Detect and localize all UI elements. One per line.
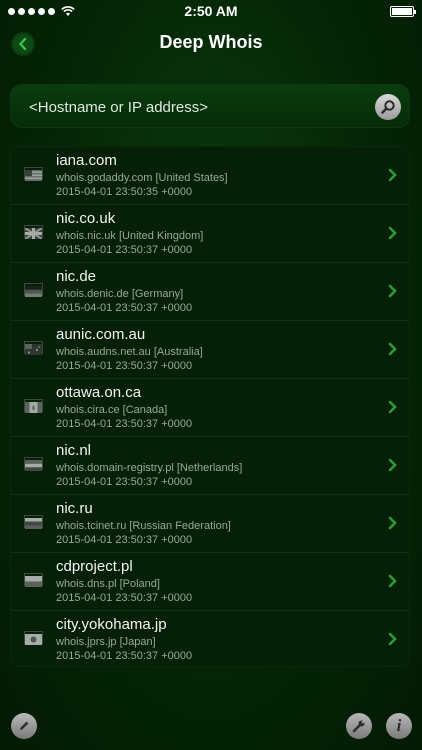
wrench-icon xyxy=(352,720,365,733)
list-item-server: whois.tcinet.ru [Russian Federation] xyxy=(56,520,231,532)
list-item[interactable]: nic.nl whois.domain-registry.pl [Netherla… xyxy=(11,437,409,495)
list-item-host: aunic.com.au xyxy=(56,326,146,343)
nl-flag-icon xyxy=(24,457,43,471)
list-item-server: whois.godaddy.com [United States] xyxy=(56,172,228,184)
us-flag-icon xyxy=(24,167,43,181)
tools-button[interactable] xyxy=(346,713,372,739)
list-item-server: whois.jprs.jp [Japan] xyxy=(56,636,156,648)
list-item-date: 2015-04-01 23:50:37 +0000 xyxy=(56,476,193,488)
list-item-server: whois.nic.uk [United Kingdom] xyxy=(56,230,204,242)
pl-flag-icon xyxy=(24,573,43,587)
uk-flag-icon xyxy=(24,225,43,240)
info-icon: i xyxy=(396,716,402,735)
ru-flag-icon xyxy=(24,515,43,529)
list-item-server: whois.audns.net.au [Australia] xyxy=(56,346,203,358)
list-item[interactable]: ottawa.on.ca whois.cira.ce [Canada] 2015-0… xyxy=(11,379,409,437)
search-icon xyxy=(381,100,395,114)
au-flag-icon xyxy=(24,341,43,355)
chevron-right-icon xyxy=(388,168,397,182)
pencil-icon xyxy=(20,721,29,730)
status-time: 2:50 AM xyxy=(184,3,238,19)
chevron-right-icon xyxy=(388,400,397,414)
search-input[interactable] xyxy=(29,85,369,129)
chevron-right-icon xyxy=(388,342,397,356)
list-item-host: cdproject.pl xyxy=(56,558,133,575)
list-item-host: nic.nl xyxy=(56,442,92,459)
list-item-host: nic.co.uk xyxy=(56,210,116,227)
de-flag-icon xyxy=(24,283,43,297)
search-button[interactable] xyxy=(375,94,401,120)
ca-flag-icon xyxy=(24,399,43,413)
status-bar: 2:50 AM xyxy=(0,0,422,22)
list-item-date: 2015-04-01 23:50:37 +0000 xyxy=(56,302,193,314)
jp-flag-icon xyxy=(24,631,43,645)
whois-history-list: iana.com whois.godaddy.com [United States… xyxy=(10,146,410,667)
chevron-right-icon xyxy=(388,574,397,588)
list-item-date: 2015-04-01 23:50:37 +0000 xyxy=(56,592,193,604)
chevron-right-icon xyxy=(388,284,397,298)
chevron-right-icon xyxy=(388,516,397,530)
edit-button[interactable] xyxy=(11,713,37,739)
list-item-host: ottawa.on.ca xyxy=(56,384,142,401)
battery-icon xyxy=(390,5,416,17)
list-item-host: nic.de xyxy=(56,268,97,285)
list-item-date: 2015-04-01 23:50:37 +0000 xyxy=(56,534,193,546)
list-item-server: whois.dns.pl [Poland] xyxy=(56,578,160,590)
list-item-server: whois.cira.ce [Canada] xyxy=(56,404,168,416)
list-item-server: whois.domain-registry.pl [Netherlands] xyxy=(56,462,243,474)
list-item-host: city.yokohama.jp xyxy=(56,616,167,633)
page-title: Deep Whois xyxy=(159,32,263,52)
search-bar xyxy=(10,84,410,129)
list-item[interactable]: nic.ru whois.tcinet.ru [Russian Federatio… xyxy=(11,495,409,553)
info-button[interactable]: i xyxy=(386,713,412,739)
list-item-server: whois.denic.de [Germany] xyxy=(56,288,184,300)
list-item-host: iana.com xyxy=(56,152,117,169)
list-item-date: 2015-04-01 23:50:37 +0000 xyxy=(56,418,193,430)
list-item[interactable]: cdproject.pl whois.dns.pl [Poland] 2015-04… xyxy=(11,553,409,611)
list-item-host: nic.ru xyxy=(56,500,93,517)
list-item-date: 2015-04-01 23:50:37 +0000 xyxy=(56,244,193,256)
chevron-right-icon xyxy=(388,226,397,240)
list-item[interactable]: nic.de whois.denic.de [Germany] 2015-04-01… xyxy=(11,263,409,321)
list-item[interactable]: city.yokohama.jp whois.jprs.jp [Japan] 201… xyxy=(11,611,409,666)
chevron-right-icon xyxy=(388,632,397,646)
list-item[interactable]: iana.com whois.godaddy.com [United States… xyxy=(11,147,409,205)
list-item[interactable]: nic.co.uk whois.nic.uk [United Kingdom] 20… xyxy=(11,205,409,263)
list-item[interactable]: aunic.com.au whois.audns.net.au [Australi… xyxy=(11,321,409,379)
chevron-right-icon xyxy=(388,458,397,472)
navigation-bar: Deep Whois xyxy=(0,22,422,66)
list-item-date: 2015-04-01 23:50:35 +0000 xyxy=(56,186,193,198)
list-item-date: 2015-04-01 23:50:37 +0000 xyxy=(56,650,193,662)
list-item-date: 2015-04-01 23:50:37 +0000 xyxy=(56,360,193,372)
